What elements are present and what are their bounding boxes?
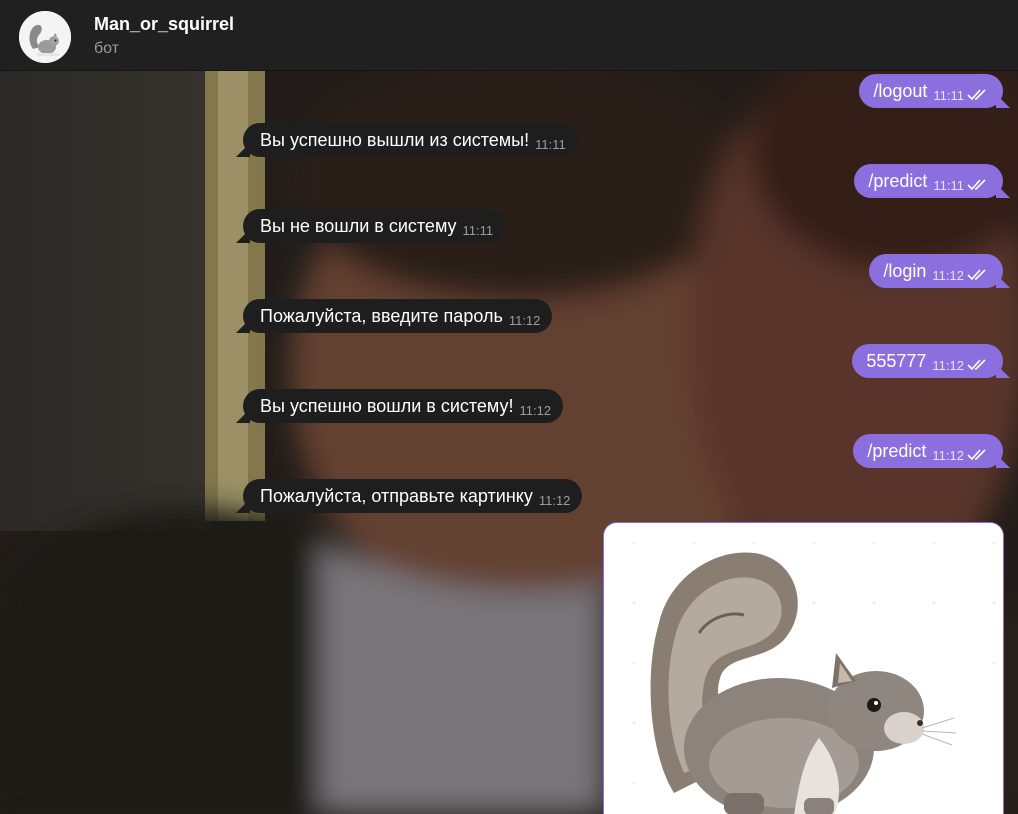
message-bubble-incoming[interactable]: Пожалуйста, отправьте картинку 11:12 [236,479,583,513]
squirrel-avatar-icon [19,11,71,63]
message-bubble-outgoing[interactable]: /logout 11:11 [859,74,1010,108]
message-text: Пожалуйста, отправьте картинку [260,485,533,506]
message-time: 11:12 [508,312,541,328]
message-text: /logout [873,80,928,101]
message-bubble-outgoing[interactable]: /predict 11:12 [853,434,1010,468]
message-time: 11:11 [933,177,964,193]
message-time: 11:12 [932,447,964,463]
message-text: /login [883,260,927,281]
chat-header: Man_or_squirrel бот [0,0,1018,71]
chat-title[interactable]: Man_or_squirrel [94,14,234,35]
message-text: /predict [867,440,927,461]
message-time: 11:11 [535,136,566,152]
squirrel-photo-icon [604,523,1003,814]
message-bubble-outgoing[interactable]: /predict 11:11 [854,164,1010,198]
message-bubble-outgoing[interactable]: 555777 11:12 [852,344,1010,378]
message-text: Вы не вошли в систему [260,215,457,236]
message-text: Пожалуйста, введите пароль [260,305,503,326]
photo-message[interactable] [603,522,1004,814]
message-text: /predict [868,170,928,191]
message-bubble-incoming[interactable]: Вы не вошли в систему 11:11 [236,209,506,243]
message-bubble-outgoing[interactable]: /login 11:12 [869,254,1010,288]
message-time: 11:12 [932,357,964,373]
message-bubble-incoming[interactable]: Пожалуйста, введите пароль 11:12 [236,299,553,333]
message-time: 11:12 [932,267,964,283]
double-check-icon [967,359,989,371]
bot-avatar[interactable] [19,11,71,63]
double-check-icon [967,89,989,101]
message-time: 11:12 [519,402,552,418]
message-time: 11:11 [933,87,964,103]
double-check-icon [967,269,989,281]
message-text: 555777 [866,350,927,371]
message-time: 11:12 [538,492,571,508]
message-text: Вы успешно вошли в систему! [260,395,514,416]
chat-subtitle: бот [94,40,120,57]
double-check-icon [967,179,989,191]
message-text: Вы успешно вышли из системы! [260,129,530,150]
message-time: 11:11 [462,222,494,238]
double-check-icon [967,449,989,461]
message-bubble-incoming[interactable]: Вы успешно вошли в систему! 11:12 [236,389,564,423]
message-bubble-incoming[interactable]: Вы успешно вышли из системы! 11:11 [236,123,578,157]
